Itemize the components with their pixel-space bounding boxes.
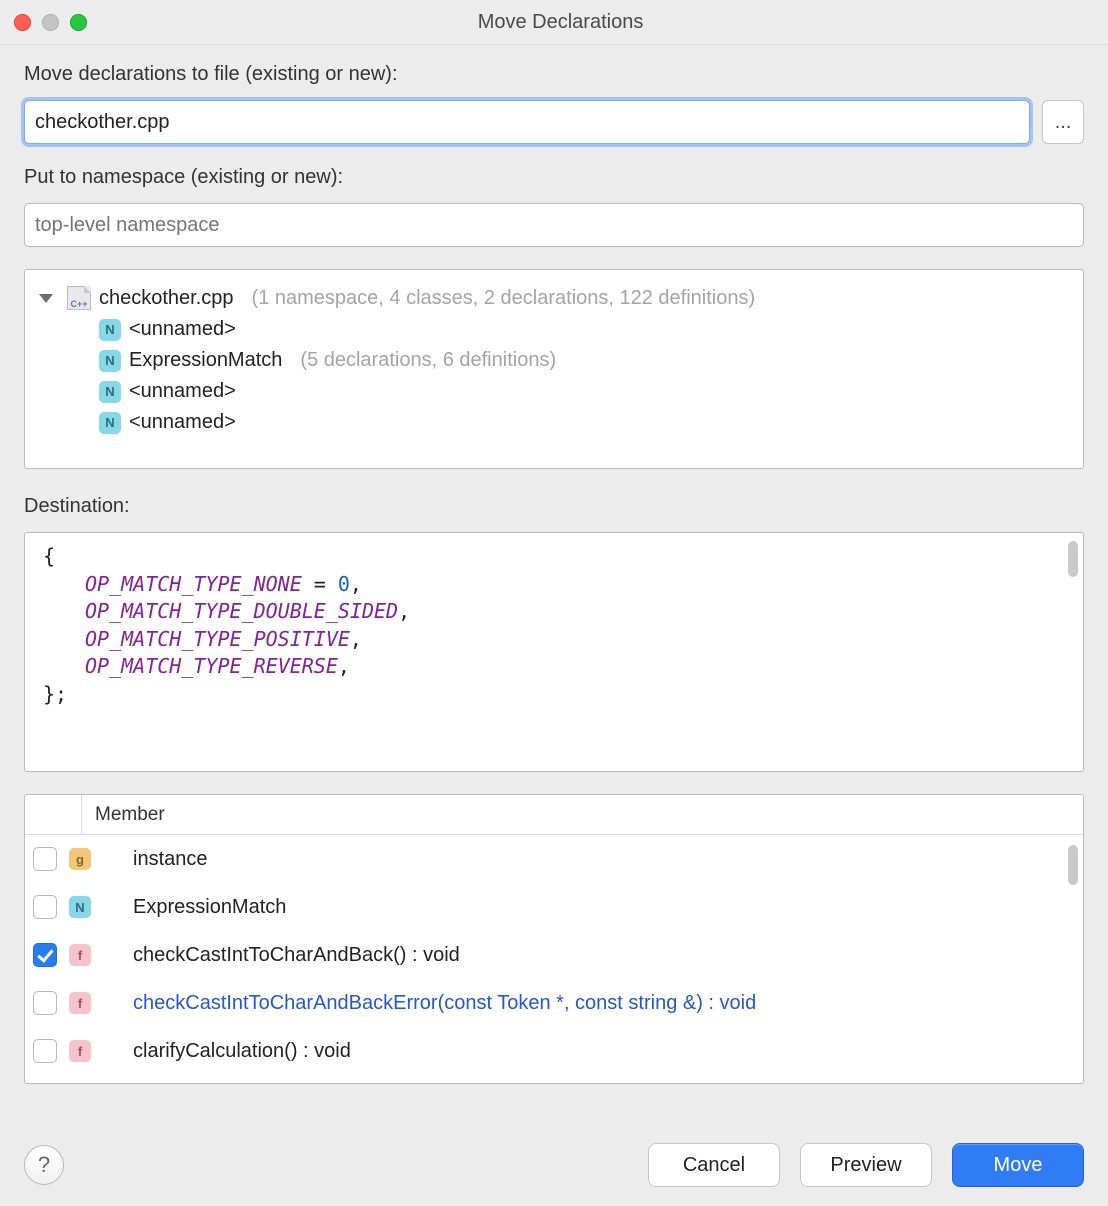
file-input[interactable]	[24, 100, 1030, 144]
member-kind-icon: N	[69, 896, 91, 918]
namespace-input[interactable]	[24, 203, 1084, 247]
move-declarations-dialog: Move Declarations Move declarations to f…	[0, 0, 1108, 1206]
tree-item-summary: (5 declarations, 6 definitions)	[300, 349, 556, 372]
code-line: OP_MATCH_TYPE_REVERSE,	[43, 653, 1065, 681]
member-kind-icon: f	[69, 1040, 91, 1062]
member-label: clarifyCalculation() : void	[133, 1040, 351, 1063]
tree-root-summary: (1 namespace, 4 classes, 2 declarations,…	[252, 287, 756, 310]
member-row[interactable]: N ExpressionMatch	[25, 883, 1083, 931]
member-checkbox[interactable]	[33, 991, 57, 1015]
namespace-icon: N	[99, 350, 121, 372]
member-column-header: Member	[95, 804, 165, 826]
cpp-file-icon: C++	[67, 286, 91, 310]
tree-item-label: <unnamed>	[129, 318, 236, 341]
preview-button[interactable]: Preview	[800, 1143, 932, 1187]
tree-item[interactable]: N <unnamed>	[37, 407, 1071, 438]
move-button[interactable]: Move	[952, 1143, 1084, 1187]
tree-item[interactable]: N ExpressionMatch (5 declarations, 6 defin…	[37, 345, 1071, 376]
member-row[interactable]: f checkCastIntToCharAndBack() : void	[25, 931, 1083, 979]
namespace-icon: N	[99, 319, 121, 341]
tree-item[interactable]: N <unnamed>	[37, 376, 1071, 407]
code-brace-close: };	[43, 681, 1065, 709]
scrollbar-thumb[interactable]	[1068, 541, 1078, 577]
member-kind-icon: f	[69, 944, 91, 966]
code-line: OP_MATCH_TYPE_POSITIVE,	[43, 626, 1065, 654]
member-table: Member g instance N ExpressionMatch f checkCa…	[24, 794, 1084, 1084]
code-line: OP_MATCH_TYPE_NONE = 0,	[43, 571, 1065, 599]
namespace-label: Put to namespace (existing or new):	[24, 166, 1084, 189]
namespace-icon: N	[99, 381, 121, 403]
tree-root-label: checkother.cpp	[99, 287, 234, 310]
namespace-tree[interactable]: C++ checkother.cpp (1 namespace, 4 class…	[24, 269, 1084, 469]
tree-item-label: ExpressionMatch	[129, 349, 282, 372]
dialog-body: Move declarations to file (existing or n…	[0, 45, 1108, 1124]
help-button[interactable]: ?	[24, 1145, 64, 1185]
tree-item-label: <unnamed>	[129, 380, 236, 403]
chevron-down-icon[interactable]	[39, 294, 53, 303]
member-checkbox[interactable]	[33, 943, 57, 967]
member-row[interactable]: f clarifyCalculation() : void	[25, 1027, 1083, 1075]
destination-preview[interactable]: { OP_MATCH_TYPE_NONE = 0,OP_MATCH_TYPE_D…	[24, 532, 1084, 772]
member-label: instance	[133, 848, 208, 871]
member-kind-icon: g	[69, 848, 91, 870]
member-label: checkCastIntToCharAndBack() : void	[133, 944, 460, 967]
file-label: Move declarations to file (existing or n…	[24, 63, 1084, 86]
destination-label: Destination:	[24, 495, 1084, 518]
member-checkbox[interactable]	[33, 1039, 57, 1063]
code-line: OP_MATCH_TYPE_DOUBLE_SIDED,	[43, 598, 1065, 626]
dialog-footer: ? Cancel Preview Move	[0, 1124, 1108, 1206]
member-header: Member	[25, 795, 1083, 835]
member-kind-icon: f	[69, 992, 91, 1014]
cancel-button[interactable]: Cancel	[648, 1143, 780, 1187]
tree-item-label: <unnamed>	[129, 411, 236, 434]
member-label: ExpressionMatch	[133, 896, 286, 919]
tree-item[interactable]: N <unnamed>	[37, 314, 1071, 345]
titlebar: Move Declarations	[0, 0, 1108, 45]
member-row[interactable]: g instance	[25, 835, 1083, 883]
member-label: checkCastIntToCharAndBackError(const Tok…	[133, 992, 756, 1015]
member-checkbox[interactable]	[33, 847, 57, 871]
browse-button[interactable]: ...	[1042, 100, 1084, 144]
member-checkbox[interactable]	[33, 895, 57, 919]
namespace-icon: N	[99, 412, 121, 434]
window-title: Move Declarations	[27, 11, 1094, 34]
file-row: ...	[24, 100, 1084, 144]
tree-root[interactable]: C++ checkother.cpp (1 namespace, 4 class…	[37, 282, 1071, 314]
member-row[interactable]: f checkCastIntToCharAndBackError(const To…	[25, 979, 1083, 1027]
code-brace-open: {	[43, 543, 1065, 571]
scrollbar-thumb[interactable]	[1068, 845, 1078, 885]
destination-code: { OP_MATCH_TYPE_NONE = 0,OP_MATCH_TYPE_D…	[25, 533, 1083, 719]
